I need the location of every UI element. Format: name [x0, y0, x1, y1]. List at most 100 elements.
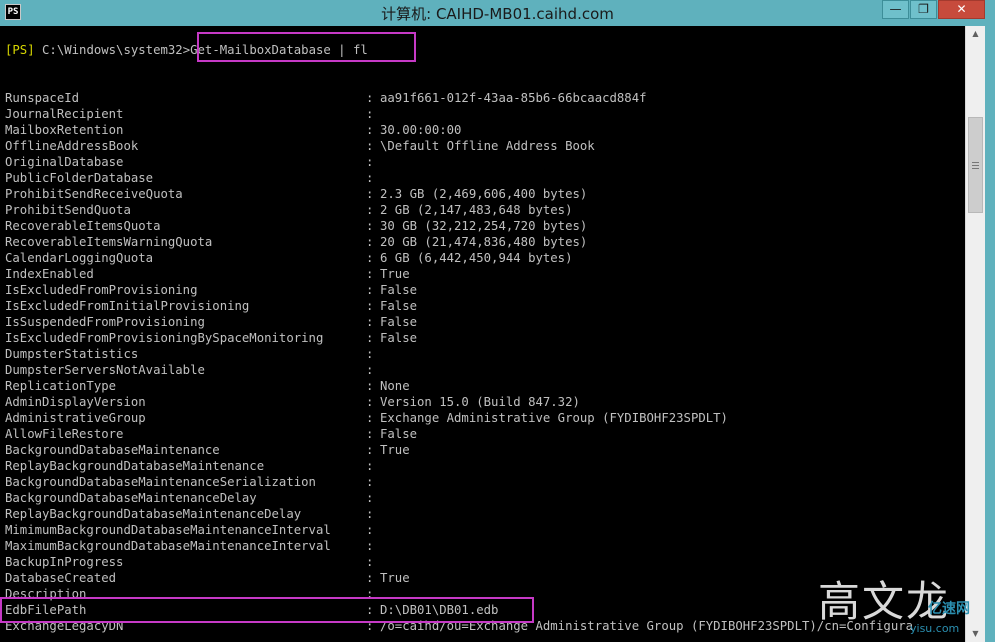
property-key: JournalRecipient: [5, 107, 124, 121]
property-separator: :: [366, 187, 374, 201]
property-key: CalendarLoggingQuota: [5, 251, 154, 265]
minimize-button[interactable]: —: [882, 0, 909, 19]
property-row: IndexEnabled: True: [5, 266, 410, 282]
property-row: IsExcludedFromProvisioningBySpaceMonitor…: [5, 330, 417, 346]
property-separator: :: [366, 459, 374, 473]
property-separator: :: [366, 571, 374, 585]
property-row: ReplayBackgroundDatabaseMaintenance:: [5, 458, 380, 474]
property-value: False: [380, 315, 418, 329]
property-key: IsSuspendedFromProvisioning: [5, 315, 205, 329]
window-title: 计算机: CAIHD-MB01.caihd.com: [381, 5, 614, 23]
property-value: 30.00:00:00: [380, 123, 462, 137]
property-value: aa91f661-012f-43aa-85b6-66bcaacd884f: [380, 91, 647, 105]
property-row: RecoverableItemsQuota:30 GB (32,212,254,…: [5, 218, 587, 234]
property-key: ReplayBackgroundDatabaseMaintenanceDelay: [5, 507, 302, 521]
property-separator: :: [366, 427, 374, 441]
property-row: OriginalDatabase:: [5, 154, 380, 170]
property-key: RunspaceId: [5, 91, 80, 105]
property-value: False: [380, 283, 418, 297]
property-row: PublicFolderDatabase:: [5, 170, 380, 186]
property-key: DumpsterStatistics: [5, 347, 139, 361]
property-row: ReplayBackgroundDatabaseMaintenanceDelay…: [5, 506, 380, 522]
property-row: BackgroundDatabaseMaintenance: True: [5, 442, 410, 458]
property-value: False: [380, 427, 418, 441]
property-row: IsSuspendedFromProvisioning: False: [5, 314, 417, 330]
prompt-tag: [PS]: [5, 43, 35, 57]
scroll-down-arrow-icon[interactable]: ▼: [966, 626, 985, 642]
property-separator: :: [366, 251, 374, 265]
property-separator: :: [366, 539, 374, 553]
console-output[interactable]: [PS] C:\Windows\system32>Get-MailboxData…: [0, 26, 965, 642]
property-row: ProhibitSendQuota:2 GB (2,147,483,648 by…: [5, 202, 573, 218]
property-separator: :: [366, 203, 374, 217]
property-separator: :: [366, 523, 374, 537]
property-row: BackgroundDatabaseMaintenanceDelay:: [5, 490, 380, 506]
property-value: True: [380, 267, 410, 281]
property-separator: :: [366, 267, 374, 281]
property-separator: :: [366, 443, 374, 457]
property-row: RecoverableItemsWarningQuota:20 GB (21,4…: [5, 234, 587, 250]
property-key: BackgroundDatabaseMaintenanceDelay: [5, 491, 257, 505]
property-value: Exchange Administrative Group (FYDIBOHF2…: [380, 411, 728, 425]
property-row: JournalRecipient:: [5, 106, 380, 122]
maximize-button[interactable]: ❐: [910, 0, 937, 19]
title-bar[interactable]: PS 计算机: CAIHD-MB01.caihd.com — ❐ ✕: [0, 0, 995, 26]
property-separator: :: [366, 283, 374, 297]
property-value: 20 GB (21,474,836,480 bytes): [380, 235, 588, 249]
property-value: Version 15.0 (Build 847.32): [380, 395, 580, 409]
property-key: OfflineAddressBook: [5, 139, 139, 153]
property-row: DumpsterStatistics:: [5, 346, 380, 362]
vertical-scrollbar[interactable]: ▲ ▼: [965, 26, 985, 642]
close-button[interactable]: ✕: [938, 0, 985, 19]
property-row: ReplicationType: None: [5, 378, 410, 394]
property-separator: :: [366, 411, 374, 425]
property-key: MimimumBackgroundDatabaseMaintenanceInte…: [5, 523, 331, 537]
property-separator: :: [366, 491, 374, 505]
property-key: ReplayBackgroundDatabaseMaintenance: [5, 459, 265, 473]
property-value: 2.3 GB (2,469,606,400 bytes): [380, 187, 588, 201]
scrollbar-thumb[interactable]: [968, 117, 983, 213]
property-value: False: [380, 299, 418, 313]
property-row: OfflineAddressBook: \Default Offline Addr…: [5, 138, 595, 154]
property-separator: :: [366, 395, 374, 409]
property-separator: :: [366, 123, 374, 137]
watermark-site-name: 亿速网: [928, 601, 970, 617]
property-key: AdminDisplayVersion: [5, 395, 146, 409]
property-row: DatabaseCreated: True: [5, 570, 410, 586]
property-value: 2 GB (2,147,483,648 bytes): [380, 203, 573, 217]
grip-line: [972, 162, 979, 163]
grip-line: [972, 168, 979, 169]
property-row: AllowFileRestore: False: [5, 426, 417, 442]
property-separator: :: [366, 91, 374, 105]
property-separator: :: [366, 171, 374, 185]
property-value: None: [380, 379, 410, 393]
property-key: BackgroundDatabaseMaintenance: [5, 443, 220, 457]
property-separator: :: [366, 299, 374, 313]
property-separator: :: [366, 555, 374, 569]
powershell-window: PS 计算机: CAIHD-MB01.caihd.com — ❐ ✕ [PS] …: [0, 0, 995, 642]
command-highlight-box: [197, 32, 416, 62]
property-row: BackupInProgress:: [5, 554, 380, 570]
property-key: ProhibitSendQuota: [5, 203, 131, 217]
property-row: ProhibitSendReceiveQuota:2.3 GB (2,469,6…: [5, 186, 587, 202]
property-row: CalendarLoggingQuota:6 GB (6,442,450,944…: [5, 250, 573, 266]
property-value: True: [380, 571, 410, 585]
property-row: MimimumBackgroundDatabaseMaintenanceInte…: [5, 522, 380, 538]
property-key: ReplicationType: [5, 379, 117, 393]
property-row: AdministrativeGroup: Exchange Administrat…: [5, 410, 728, 426]
scroll-up-arrow-icon[interactable]: ▲: [966, 26, 985, 42]
property-row: MailboxRetention:30.00:00:00: [5, 122, 461, 138]
property-separator: :: [366, 315, 374, 329]
prompt-path: C:\Windows\system32>: [34, 43, 191, 57]
property-key: IsExcludedFromInitialProvisioning: [5, 299, 250, 313]
grip-line: [972, 165, 979, 166]
property-key: PublicFolderDatabase: [5, 171, 154, 185]
property-separator: :: [366, 475, 374, 489]
property-key: DumpsterServersNotAvailable: [5, 363, 205, 377]
property-row: IsExcludedFromInitialProvisioning: False: [5, 298, 417, 314]
window-frame-right: [985, 26, 995, 642]
property-key: OriginalDatabase: [5, 155, 124, 169]
property-separator: :: [366, 331, 374, 345]
property-row: AdminDisplayVersion: Version 15.0 (Build …: [5, 394, 580, 410]
watermark-url: yisu.com: [910, 622, 960, 635]
